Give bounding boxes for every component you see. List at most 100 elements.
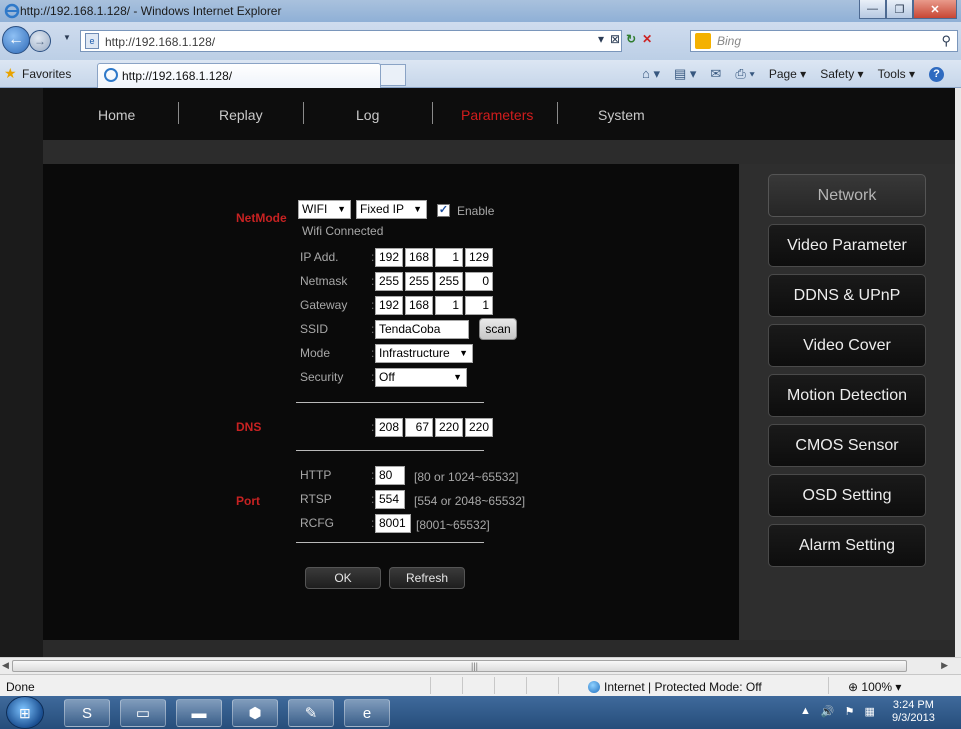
dns-octet-1[interactable]: 208 xyxy=(375,418,403,437)
forward-button[interactable]: → xyxy=(29,30,51,52)
sidebar-item-alarm-setting[interactable]: Alarm Setting xyxy=(768,524,926,567)
nav-parameters[interactable]: Parameters xyxy=(461,107,533,123)
safety-menu[interactable]: Safety ▾ xyxy=(820,67,863,81)
address-tools: ▾ ⊠ ↻ ✕ xyxy=(598,32,652,46)
explorer-taskbar-icon[interactable]: ▭ xyxy=(120,699,166,727)
help-icon[interactable]: ? xyxy=(928,66,944,82)
home-icon[interactable]: ⌂ ▾ xyxy=(642,66,660,82)
http-port-input[interactable]: 80 xyxy=(375,466,405,485)
minimize-button[interactable]: — xyxy=(859,0,886,19)
maximize-button[interactable]: ❐ xyxy=(886,0,913,19)
net-type-select[interactable]: WIFI ▼ xyxy=(298,200,351,219)
security-select[interactable]: Off ▼ xyxy=(375,368,467,387)
rtsp-port-input[interactable]: 554 xyxy=(375,490,405,509)
page-viewport: Home Replay Log Parameters System NetMod… xyxy=(0,88,961,657)
scan-button[interactable]: scan xyxy=(479,318,517,340)
chevron-down-icon: ▼ xyxy=(459,348,468,358)
nav-replay[interactable]: Replay xyxy=(219,107,263,123)
netmask-octet-3[interactable]: 255 xyxy=(435,272,463,291)
feeds-icon[interactable]: ▤ ▾ xyxy=(674,66,696,82)
taskbar-clock[interactable]: 3:24 PM 9/3/2013 xyxy=(892,699,935,725)
gateway-octet-3[interactable]: 1 xyxy=(435,296,463,315)
horizontal-scrollbar[interactable]: ◀ ||| ▶ xyxy=(0,657,961,674)
tools-menu[interactable]: Tools ▾ xyxy=(878,67,915,81)
address-dropdown-icon[interactable]: ▾ xyxy=(598,32,604,46)
tab-label: http://192.168.1.128/ xyxy=(122,69,233,83)
camera-web-app: Home Replay Log Parameters System NetMod… xyxy=(43,88,956,657)
security-zone[interactable]: Internet | Protected Mode: Off xyxy=(588,680,762,694)
network-tool-taskbar-icon[interactable]: ⬢ xyxy=(232,699,278,727)
ip-mode-select[interactable]: Fixed IP ▼ xyxy=(356,200,427,219)
gateway-octet-1[interactable]: 192 xyxy=(375,296,403,315)
ip-octet-4[interactable]: 129 xyxy=(465,248,493,267)
security-label: Security xyxy=(300,370,344,384)
net-type-value: WIFI xyxy=(302,202,328,216)
scrollbar-thumb[interactable]: ||| xyxy=(12,660,907,672)
ok-button[interactable]: OK xyxy=(305,567,381,589)
wifi-mode-select[interactable]: Infrastructure ▼ xyxy=(375,344,473,363)
ip-octet-1[interactable]: 192 xyxy=(375,248,403,267)
gateway-octet-2[interactable]: 168 xyxy=(405,296,433,315)
sidebar-item-osd-setting[interactable]: OSD Setting xyxy=(768,474,926,517)
ip-mode-value: Fixed IP xyxy=(360,202,405,216)
vertical-scrollbar[interactable] xyxy=(955,88,961,657)
window-title: http://192.168.1.128/ - Windows Internet… xyxy=(20,4,282,18)
sidebar-item-video-parameter[interactable]: Video Parameter xyxy=(768,224,926,267)
sidebar-item-video-cover[interactable]: Video Cover xyxy=(768,324,926,367)
paint-taskbar-icon[interactable]: ✎ xyxy=(288,699,334,727)
netmask-octet-1[interactable]: 255 xyxy=(375,272,403,291)
scroll-right-icon[interactable]: ▶ xyxy=(941,660,948,671)
nav-system[interactable]: System xyxy=(598,107,645,123)
bing-logo-icon xyxy=(695,33,711,49)
dns-octet-2[interactable]: 67 xyxy=(405,418,433,437)
dns-octet-4[interactable]: 220 xyxy=(465,418,493,437)
netmask-octet-2[interactable]: 255 xyxy=(405,272,433,291)
colon: : xyxy=(371,274,375,288)
page-menu[interactable]: Page ▾ xyxy=(769,67,806,81)
sidebar-item-network[interactable]: Network xyxy=(768,174,926,217)
scroll-left-icon[interactable]: ◀ xyxy=(2,660,9,671)
gateway-octet-4[interactable]: 1 xyxy=(465,296,493,315)
ip-octet-3[interactable]: 1 xyxy=(435,248,463,267)
refresh-button[interactable]: Refresh xyxy=(389,567,465,589)
sidebar-item-ddns-upnp[interactable]: DDNS & UPnP xyxy=(768,274,926,317)
skype-taskbar-icon[interactable]: S xyxy=(64,699,110,727)
favorites-star-icon[interactable]: ★ xyxy=(4,65,17,82)
history-dropdown-icon[interactable]: ▼ xyxy=(63,33,71,42)
new-tab-button[interactable] xyxy=(380,64,406,86)
search-input[interactable]: Bing ⚲ xyxy=(690,30,958,52)
volume-icon[interactable]: 🔊 xyxy=(821,705,835,718)
enable-checkbox[interactable]: ✓ xyxy=(437,204,450,217)
back-button[interactable]: ← xyxy=(2,26,30,54)
mail-icon[interactable]: ✉ xyxy=(710,66,721,82)
search-icon[interactable]: ⚲ xyxy=(941,33,951,49)
ie-taskbar-icon[interactable]: e xyxy=(344,699,390,727)
rcfg-port-input[interactable]: 8001 xyxy=(375,514,411,533)
dns-octet-3[interactable]: 220 xyxy=(435,418,463,437)
address-input[interactable]: e http://192.168.1.128/ xyxy=(80,30,622,52)
http-label: HTTP xyxy=(300,468,332,482)
cmd-taskbar-icon[interactable]: ▬ xyxy=(176,699,222,727)
netmask-octet-4[interactable]: 0 xyxy=(465,272,493,291)
sidebar-item-motion-detection[interactable]: Motion Detection xyxy=(768,374,926,417)
favorites-button[interactable]: Favorites xyxy=(22,67,71,81)
refresh-icon[interactable]: ↻ xyxy=(626,32,636,46)
nav-home[interactable]: Home xyxy=(98,107,135,123)
ssid-input[interactable]: TendaCoba xyxy=(375,320,469,339)
close-window-button[interactable]: ✕ xyxy=(913,0,957,19)
network-icon[interactable]: ▦ xyxy=(864,705,874,718)
zoom-level[interactable]: ⊕ 100% ▾ xyxy=(848,680,901,694)
browser-tab[interactable]: http://192.168.1.128/ xyxy=(97,63,381,88)
compatibility-icon[interactable]: ⊠ xyxy=(610,32,620,46)
action-center-icon[interactable]: ⚑ xyxy=(845,705,855,718)
start-button[interactable]: ⊞ xyxy=(6,696,44,729)
ip-octet-2[interactable]: 168 xyxy=(405,248,433,267)
tray-expand-icon[interactable]: ▲ xyxy=(800,705,811,718)
scrollbar-grip-icon: ||| xyxy=(471,661,479,671)
nav-log[interactable]: Log xyxy=(356,107,379,123)
print-icon[interactable]: ⎙ ▾ xyxy=(735,66,754,82)
windows-logo-icon: ⊞ xyxy=(19,705,31,721)
zoom-text: 100% xyxy=(861,680,893,694)
stop-icon[interactable]: ✕ xyxy=(642,32,652,46)
sidebar-item-cmos-sensor[interactable]: CMOS Sensor xyxy=(768,424,926,467)
